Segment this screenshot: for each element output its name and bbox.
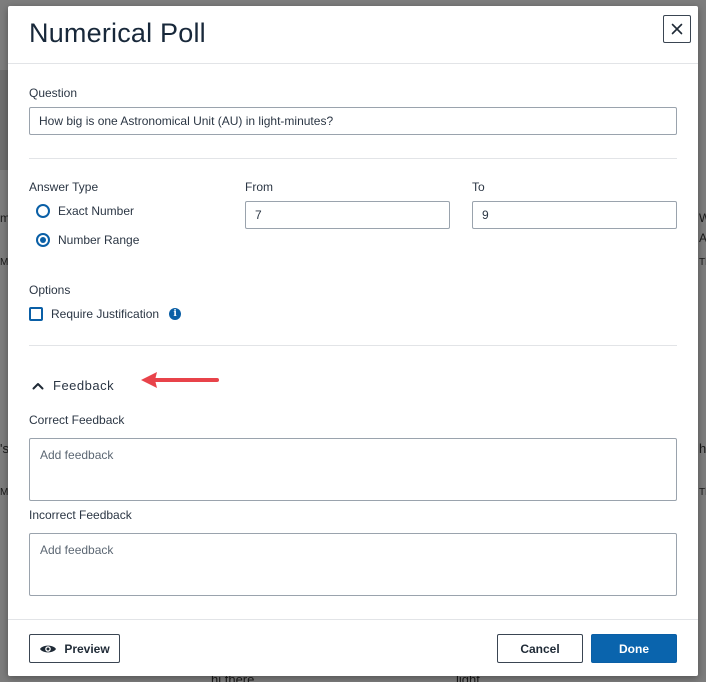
numerical-poll-dialog: Numerical Poll Question How big is one A… (8, 6, 698, 676)
done-button-label: Done (619, 641, 649, 656)
radio-exact-number[interactable]: Exact Number (36, 204, 134, 218)
annotation-arrow-icon (141, 372, 219, 388)
background-card (0, 70, 8, 170)
question-label: Question (29, 86, 78, 100)
close-button[interactable] (663, 15, 691, 43)
correct-feedback-textarea[interactable]: Add feedback (29, 438, 677, 501)
divider (29, 158, 677, 159)
preview-button[interactable]: Preview (29, 634, 120, 663)
require-justification-label: Require Justification (51, 307, 160, 321)
radio-number-range[interactable]: Number Range (36, 233, 139, 247)
incorrect-feedback-label: Incorrect Feedback (29, 508, 132, 522)
from-input[interactable]: 7 (245, 201, 450, 229)
preview-button-label: Preview (64, 641, 110, 656)
incorrect-feedback-textarea[interactable]: Add feedback (29, 533, 677, 596)
background-text: A (699, 231, 706, 245)
question-input[interactable]: How big is one Astronomical Unit (AU) in… (29, 107, 677, 135)
to-label: To (472, 180, 485, 194)
radio-selected-dot (40, 237, 46, 243)
background-text: W (699, 211, 706, 225)
dialog-title: Numerical Poll (29, 18, 206, 48)
background-text: Th (699, 257, 706, 268)
correct-feedback-label: Correct Feedback (29, 413, 125, 427)
info-icon[interactable]: i (169, 308, 182, 320)
radio-button-selected[interactable] (36, 233, 50, 247)
feedback-section-title: Feedback (53, 378, 115, 393)
eye-icon (40, 645, 57, 652)
radio-label: Exact Number (58, 204, 135, 218)
background-text: h (699, 441, 706, 456)
chevron-up-icon (32, 382, 44, 389)
from-label: From (245, 180, 273, 194)
dialog-footer: Preview Cancel Done (8, 619, 698, 676)
radio-button[interactable] (36, 204, 50, 218)
feedback-section-toggle[interactable]: Feedback (32, 378, 114, 393)
dialog-header: Numerical Poll (8, 6, 698, 64)
radio-label: Number Range (58, 233, 140, 247)
require-justification-checkbox[interactable] (29, 307, 43, 321)
cancel-button-label: Cancel (520, 641, 560, 656)
cancel-button[interactable]: Cancel (497, 634, 583, 663)
close-icon (671, 23, 683, 35)
to-input[interactable]: 9 (472, 201, 677, 229)
options-label: Options (29, 283, 71, 297)
background-text: Th (699, 487, 706, 498)
divider (29, 345, 677, 346)
done-button[interactable]: Done (591, 634, 677, 663)
require-justification-option[interactable]: Require Justification i (29, 307, 182, 321)
answer-type-label: Answer Type (29, 180, 99, 194)
dialog-body: Question How big is one Astronomical Uni… (29, 64, 677, 619)
